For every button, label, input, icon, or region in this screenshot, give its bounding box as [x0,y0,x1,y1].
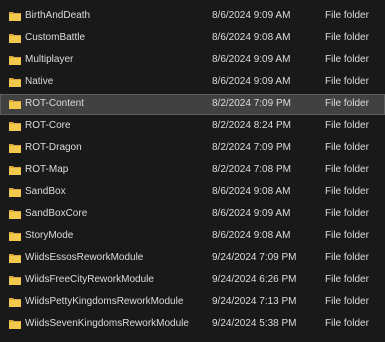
folder-icon [9,77,21,87]
file-name: Native [25,76,54,87]
file-row[interactable]: Native 8/6/2024 9:09 AM File folder [0,72,385,93]
file-row[interactable]: WiidsEssosReworkModule 9/24/2024 7:09 PM… [0,248,385,269]
file-date-modified: 9/24/2024 7:09 PM [212,252,297,263]
file-name: Multiplayer [25,54,74,65]
folder-icon [9,143,21,153]
file-row[interactable]: ROT-Core 8/2/2024 8:24 PM File folder [0,116,385,137]
file-name: BirthAndDeath [25,10,91,21]
file-type: File folder [325,296,369,307]
file-date-modified: 8/2/2024 8:24 PM [212,120,291,131]
file-name: SandBoxCore [25,208,88,219]
file-date-modified: 8/2/2024 7:08 PM [212,164,291,175]
file-name: StoryMode [25,230,74,241]
folder-icon [9,99,21,109]
file-name: WiidsSevenKingdomsReworkModule [25,318,189,329]
file-date-modified: 8/6/2024 9:09 AM [212,208,291,219]
file-type: File folder [325,230,369,241]
file-row[interactable]: SandBoxCore 8/6/2024 9:09 AM File folder [0,204,385,225]
file-type: File folder [325,98,369,109]
file-date-modified: 9/24/2024 5:38 PM [212,318,297,329]
file-date-modified: 8/2/2024 7:09 PM [212,98,291,109]
file-name: ROT-Dragon [25,142,82,153]
folder-icon [9,319,21,329]
file-date-modified: 8/6/2024 9:08 AM [212,230,291,241]
file-name: ROT-Map [25,164,69,175]
file-type: File folder [325,54,369,65]
file-row[interactable]: StoryMode 8/6/2024 9:08 AM File folder [0,226,385,247]
file-name: WiidsFreeCityReworkModule [25,274,154,285]
file-type: File folder [325,274,369,285]
folder-icon [9,187,21,197]
folder-icon [9,209,21,219]
file-name: WiidsEssosReworkModule [25,252,144,263]
file-date-modified: 8/6/2024 9:09 AM [212,54,291,65]
file-type: File folder [325,142,369,153]
file-name: WiidsPettyKingdomsReworkModule [25,296,184,307]
file-type: File folder [325,208,369,219]
folder-icon [9,253,21,263]
file-name: ROT-Core [25,120,71,131]
file-date-modified: 9/24/2024 7:13 PM [212,296,297,307]
folder-icon [9,297,21,307]
file-row[interactable]: SandBox 8/6/2024 9:08 AM File folder [0,182,385,203]
file-type: File folder [325,76,369,87]
file-row[interactable]: ROT-Map 8/2/2024 7:08 PM File folder [0,160,385,181]
folder-icon [9,231,21,241]
folder-icon [9,55,21,65]
file-date-modified: 8/6/2024 9:08 AM [212,186,291,197]
folder-icon [9,275,21,285]
folder-icon [9,165,21,175]
file-type: File folder [325,32,369,43]
folder-icon [9,33,21,43]
folder-icon [9,11,21,21]
file-list: BirthAndDeath 8/6/2024 9:09 AM File fold… [0,0,385,342]
file-type: File folder [325,252,369,263]
file-row[interactable]: WiidsPettyKingdomsReworkModule 9/24/2024… [0,292,385,313]
file-name: ROT-Content [25,98,84,109]
file-date-modified: 9/24/2024 6:26 PM [212,274,297,285]
file-date-modified: 8/2/2024 7:09 PM [212,142,291,153]
file-row[interactable]: ROT-Dragon 8/2/2024 7:09 PM File folder [0,138,385,159]
file-type: File folder [325,10,369,21]
file-row[interactable]: BirthAndDeath 8/6/2024 9:09 AM File fold… [0,6,385,27]
file-row[interactable]: WiidsSevenKingdomsReworkModule 9/24/2024… [0,314,385,335]
file-type: File folder [325,120,369,131]
file-row[interactable]: WiidsFreeCityReworkModule 9/24/2024 6:26… [0,270,385,291]
file-row-selected[interactable]: ROT-Content 8/2/2024 7:09 PM File folder [0,94,385,115]
file-date-modified: 8/6/2024 9:09 AM [212,76,291,87]
folder-icon [9,121,21,131]
file-date-modified: 8/6/2024 9:08 AM [212,32,291,43]
file-type: File folder [325,318,369,329]
file-date-modified: 8/6/2024 9:09 AM [212,10,291,21]
file-row[interactable]: CustomBattle 8/6/2024 9:08 AM File folde… [0,28,385,49]
file-type: File folder [325,186,369,197]
file-name: CustomBattle [25,32,86,43]
file-name: SandBox [25,186,66,197]
file-type: File folder [325,164,369,175]
file-row[interactable]: Multiplayer 8/6/2024 9:09 AM File folder [0,50,385,71]
